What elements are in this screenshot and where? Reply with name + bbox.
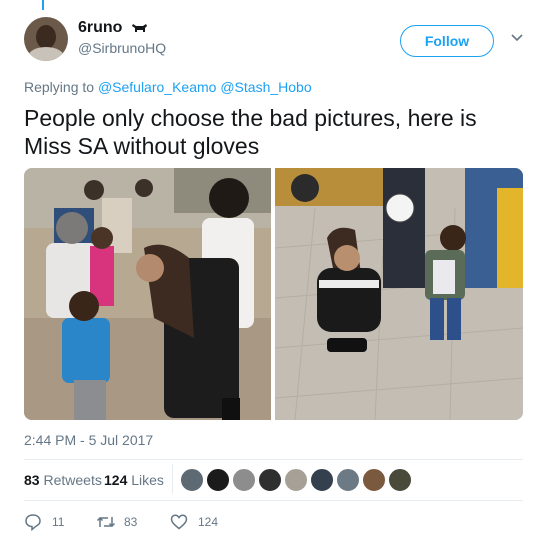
retweets-label: Retweets [43, 472, 102, 488]
reply-icon [25, 514, 41, 531]
retweet-count: 83 [124, 515, 138, 529]
stats-separator [172, 464, 173, 494]
bull-icon [131, 24, 147, 33]
reply-count: 11 [52, 515, 65, 529]
retweet-icon [96, 516, 116, 528]
liker-avatar[interactable] [362, 468, 386, 492]
tweet-actions: 11 83 124 [24, 511, 424, 535]
liker-avatar[interactable] [284, 468, 308, 492]
liker-avatar[interactable] [206, 468, 230, 492]
tweet-timestamp[interactable]: 2:44 PM - 5 Jul 2017 [24, 432, 153, 448]
likes-count: 124 [104, 472, 128, 488]
likes-label: Likes [131, 472, 164, 488]
liker-avatar[interactable] [180, 468, 204, 492]
photo-right[interactable] [275, 168, 523, 420]
like-count: 124 [198, 515, 219, 529]
display-name[interactable]: 6runo [78, 19, 122, 37]
thread-connector-line [42, 0, 44, 10]
tweet-header: 6runo @SirbrunoHQ Follow [24, 17, 524, 67]
retweet-button[interactable]: 83 [96, 511, 156, 533]
mention-link-1[interactable]: @Sefularo_Keamo [98, 79, 217, 95]
liker-avatar[interactable] [388, 468, 412, 492]
retweets-stat[interactable]: 83 Retweets [24, 472, 102, 488]
liker-avatar[interactable] [336, 468, 360, 492]
chevron-down-icon[interactable] [510, 30, 524, 44]
user-name-block[interactable]: 6runo @SirbrunoHQ [78, 19, 166, 56]
user-handle: @SirbrunoHQ [78, 40, 167, 56]
tweet-text: People only choose the bad pictures, her… [24, 105, 477, 159]
liker-avatar[interactable] [232, 468, 256, 492]
retweets-count: 83 [24, 472, 40, 488]
liker-avatar[interactable] [310, 468, 334, 492]
replying-to-line: Replying to @Sefularo_Keamo @Stash_Hobo [24, 79, 312, 95]
avatar[interactable] [24, 17, 68, 61]
reply-button[interactable]: 11 [24, 511, 84, 533]
tweet-media[interactable] [24, 168, 523, 420]
likes-stat[interactable]: 124 Likes [104, 472, 164, 488]
photo-left[interactable] [24, 168, 271, 420]
follow-button[interactable]: Follow [400, 25, 494, 57]
liker-avatar[interactable] [258, 468, 282, 492]
replying-to-label: Replying to [24, 79, 95, 95]
like-button[interactable]: 124 [170, 511, 240, 533]
divider-bottom [24, 500, 523, 501]
mention-link-2[interactable]: @Stash_Hobo [220, 79, 311, 95]
heart-icon [170, 514, 188, 530]
engagement-stats: 83 Retweets 124 Likes [24, 460, 523, 500]
